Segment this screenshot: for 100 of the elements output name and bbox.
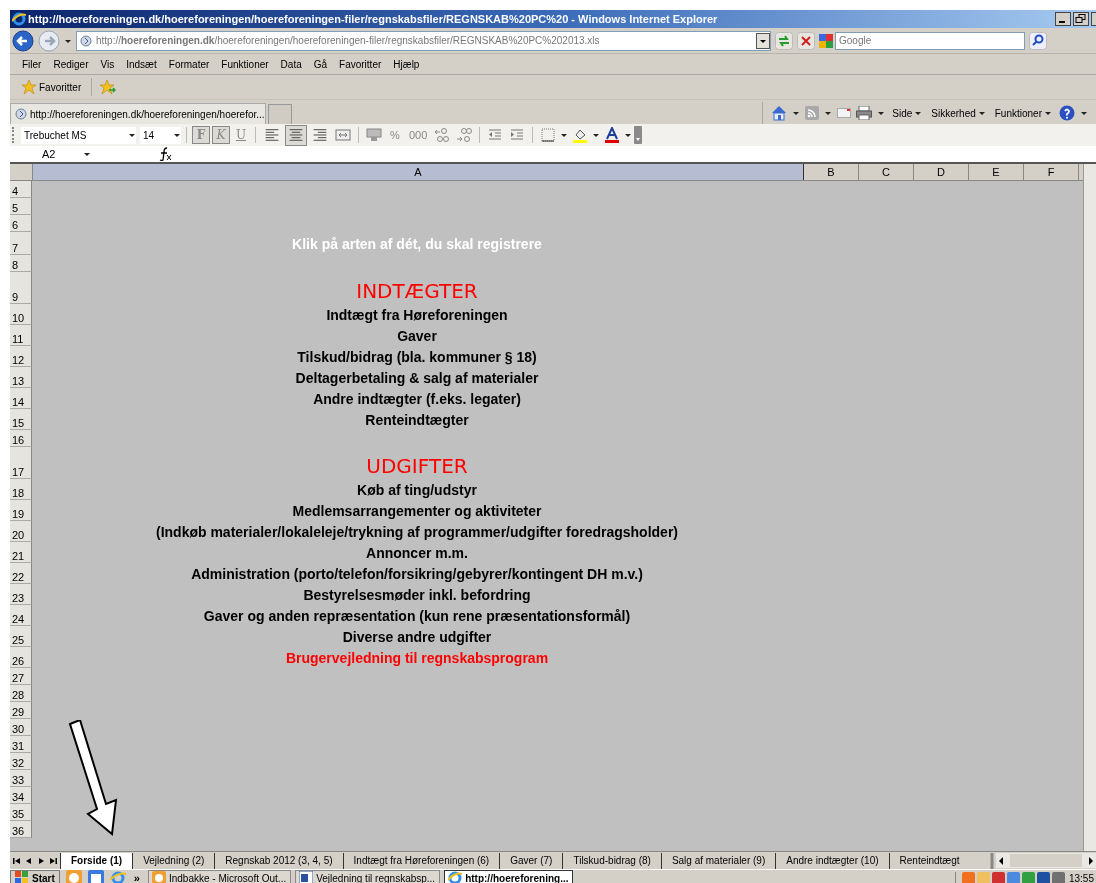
decrease-indent-icon[interactable] [487,127,504,143]
next-sheet-icon[interactable] [36,855,46,866]
row-header[interactable]: 19 [10,500,32,521]
row-header[interactable]: 14 [10,388,32,409]
row-header[interactable]: 23 [10,584,32,605]
font-size-select[interactable]: 14 [140,126,181,144]
row-header[interactable]: 9 [10,272,32,304]
taskbar-button[interactable]: http://hoereforening... [444,869,574,883]
row-header[interactable]: 28 [10,685,32,702]
taskbar-button[interactable]: Indbakke - Microsoft Out... [147,869,292,883]
menu-item[interactable]: Indsæt [120,58,163,70]
tray-icon[interactable] [1021,871,1035,883]
command-menu[interactable]: Side [890,107,925,119]
caret-icon[interactable] [1080,109,1088,117]
sheet-tab[interactable]: Salg af materialer (9) [660,852,776,869]
row-header[interactable]: 18 [10,479,32,500]
row-header[interactable]: 16 [10,430,32,447]
mail-icon[interactable] [837,108,852,118]
category-link[interactable]: Køb af ting/udstyr [357,481,477,498]
sheet-tab[interactable]: Indtægt fra Høreforeningen (6) [342,852,500,869]
last-sheet-icon[interactable] [48,855,58,866]
sheet-tab[interactable]: Gaver (7) [499,852,563,869]
command-menu[interactable]: Funktioner [992,107,1054,119]
column-header[interactable]: C [859,164,914,180]
row-header[interactable]: 12 [10,346,32,367]
search-field[interactable]: Google [835,31,1025,50]
favorites-button[interactable]: Favoritter [18,78,93,96]
add-favorite-icon[interactable] [100,79,117,95]
row-header[interactable]: 30 [10,719,32,736]
sheet-tab[interactable]: Tilskud-bidrag (8) [562,852,661,869]
caret-icon[interactable] [560,131,569,139]
start-button[interactable]: Start [10,869,60,883]
category-link[interactable]: Annoncer m.m. [366,544,468,561]
browser-tab[interactable]: http://hoereforeningen.dk/hoereforeningen/hoerefor... [10,103,266,124]
caret-icon[interactable] [624,131,633,139]
category-link[interactable]: Medlemsarrangementer og aktiviteter [292,502,542,519]
row-header[interactable]: 35 [10,804,32,821]
horizontal-scrollbar[interactable] [996,853,1096,868]
fill-color-icon[interactable] [572,127,589,143]
row-header[interactable]: 13 [10,367,32,388]
category-link[interactable]: Gaver [397,327,437,344]
category-link[interactable]: Andre indtægter (f.eks. legater) [313,390,521,407]
dropdown-icon[interactable] [756,32,770,49]
first-sheet-icon[interactable] [12,855,22,866]
refresh-icon[interactable] [775,31,793,50]
printer-icon[interactable] [856,106,873,120]
row-header[interactable]: 33 [10,770,32,787]
category-link[interactable]: Deltagerbetaling & salg af materialer [295,369,539,386]
row-header[interactable]: 22 [10,563,32,584]
row-header[interactable]: 26 [10,647,32,668]
caret-icon[interactable] [592,131,601,139]
help-icon[interactable] [1059,105,1075,121]
tray-icon[interactable] [1051,871,1065,883]
category-link[interactable]: Renteindtægter [365,411,469,428]
font-color-icon[interactable] [604,127,621,143]
menu-item[interactable]: Favoritter [333,58,388,70]
row-header[interactable]: 36 [10,821,32,838]
sheet-tab[interactable]: Regnskab 2012 (3, 4, 5) [214,852,343,869]
caret-icon[interactable] [877,109,886,117]
category-link[interactable]: Diverse andre udgifter [342,628,492,645]
row-header[interactable]: 5 [10,198,32,215]
row-header[interactable]: 29 [10,702,32,719]
font-select[interactable]: Trebuchet MS [21,126,136,144]
command-menu[interactable]: Sikkerhed [929,107,988,119]
category-link[interactable]: Tilskud/bidrag (bla. kommuner § 18) [297,348,537,365]
vertical-scrollbar[interactable] [1083,164,1096,851]
column-header[interactable]: A [33,164,804,180]
menu-item[interactable]: Funktioner [215,58,275,70]
search-icon[interactable] [1029,31,1047,50]
menu-item[interactable]: Gå [307,58,334,70]
row-header[interactable]: 32 [10,753,32,770]
minimize-icon[interactable] [1055,12,1071,26]
menu-item[interactable]: Formater [162,58,216,70]
menu-item[interactable]: Rediger [47,58,95,70]
align-center-button[interactable] [285,124,307,146]
row-header[interactable]: 4 [10,181,32,198]
sheet-tab[interactable]: Renteindtægt [888,852,970,869]
row-header[interactable]: 24 [10,605,32,626]
home-icon[interactable] [771,105,788,121]
category-link[interactable]: Indtægt fra Høreforeningen [326,306,508,323]
stop-icon[interactable] [797,31,815,50]
row-header[interactable]: 15 [10,409,32,430]
increase-indent-icon[interactable] [509,127,526,143]
row-header[interactable]: 6 [10,215,32,232]
menu-item[interactable]: Vis [94,58,121,70]
caret-icon[interactable] [792,109,801,117]
menu-item[interactable]: Hjælp [387,58,426,70]
address-field[interactable]: http://hoereforeningen.dk/hoereforeningen/hoereforeningen-filer/regnskabsfiler/REGNSKAB%20PC%202013.xls [76,30,771,51]
row-header[interactable]: 7 [10,232,32,255]
column-header[interactable]: B [804,164,859,180]
menu-item[interactable]: Filer [16,58,48,70]
toolbar-grip[interactable] [12,127,17,143]
sheet-tab[interactable]: Andre indtægter (10) [775,852,889,869]
row-header[interactable]: 25 [10,626,32,647]
row-header[interactable]: 27 [10,668,32,685]
caret-icon[interactable] [824,109,833,117]
menu-item[interactable]: Data [274,58,308,70]
row-header[interactable]: 11 [10,325,32,346]
name-box[interactable]: A2 [10,148,134,160]
borders-icon[interactable] [540,127,557,143]
